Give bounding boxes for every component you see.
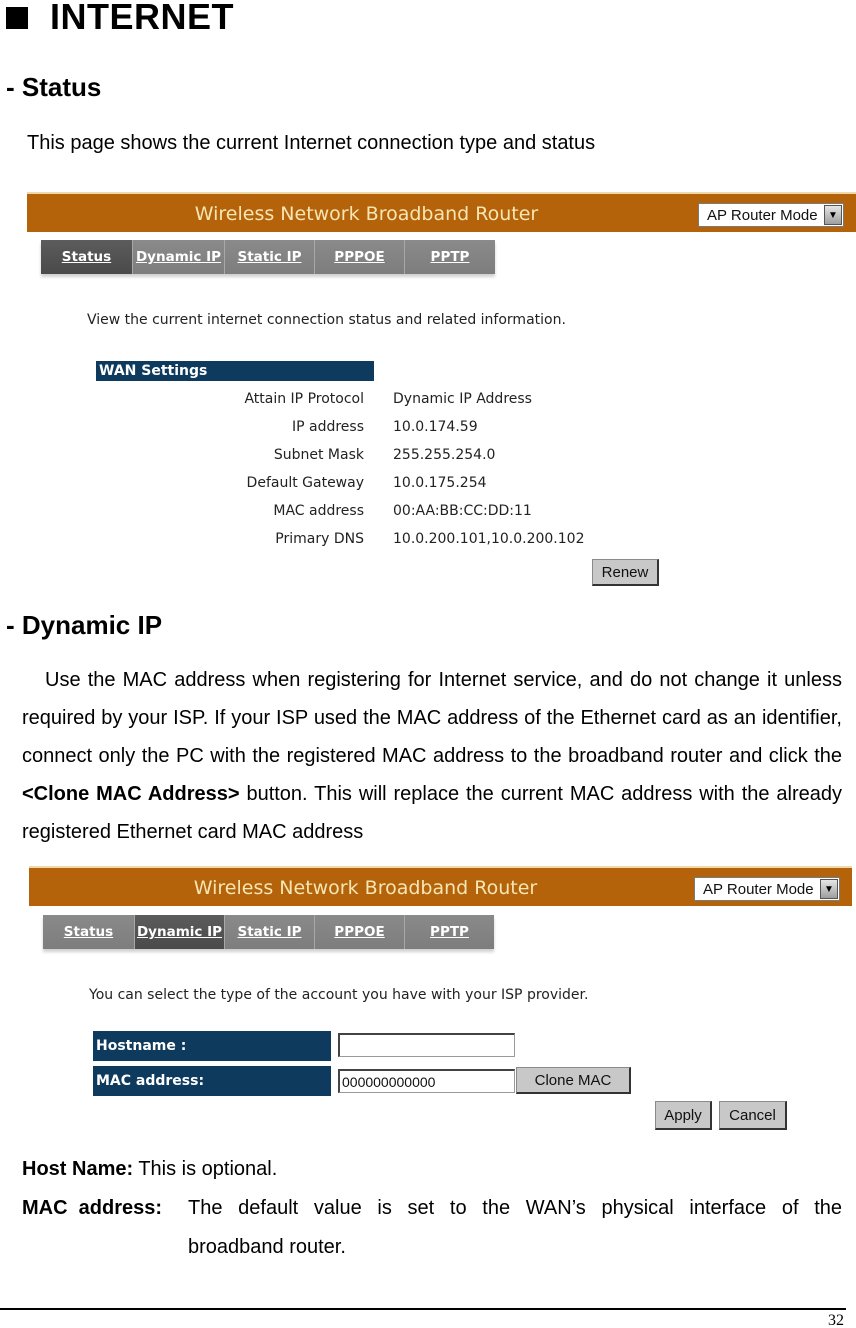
apply-button[interactable]: Apply (655, 1101, 712, 1130)
router-banner: Wireless Network Broadband Router AP Rou… (27, 192, 856, 232)
definition-term: MAC address: (22, 1197, 163, 1219)
wan-label: Default Gateway (246, 475, 364, 491)
wan-label: Primary DNS (275, 531, 364, 547)
tab-bar: Status Dynamic IP Static IP PPPOE PPTP (41, 240, 495, 274)
status-intro: This page shows the current Internet con… (27, 132, 596, 154)
tab-dynamic-ip[interactable]: Dynamic IP (135, 915, 225, 949)
wan-label: MAC address (273, 503, 364, 519)
mac-address-label: MAC address: (93, 1066, 331, 1096)
hostname-input[interactable] (338, 1033, 515, 1057)
cancel-button[interactable]: Cancel (719, 1101, 787, 1130)
wan-value: 10.0.175.254 (393, 475, 487, 491)
black-square-bullet-icon (6, 7, 28, 29)
chevron-down-icon[interactable]: ▼ (824, 205, 842, 225)
renew-button[interactable]: Renew (592, 559, 659, 586)
dynamic-ip-paragraph: Use the MAC address when registering for… (22, 661, 842, 851)
section-title: INTERNET (6, 0, 234, 38)
wan-value: 10.0.200.101,10.0.200.102 (393, 531, 585, 547)
status-heading: - Status (6, 72, 102, 102)
hostname-label: Hostname : (93, 1031, 331, 1061)
wan-value: 00:AA:BB:CC:DD:11 (393, 503, 532, 519)
clone-mac-button[interactable]: Clone MAC (516, 1067, 631, 1094)
tab-dynamic-ip[interactable]: Dynamic IP (133, 240, 225, 274)
mode-select-value: AP Router Mode (703, 880, 814, 898)
definition-host-name: Host Name: This is optional. (22, 1150, 277, 1188)
status-description: View the current internet connection sta… (87, 312, 566, 328)
mode-select-value: AP Router Mode (707, 206, 818, 224)
router-status-screenshot: Wireless Network Broadband Router AP Rou… (27, 192, 856, 592)
section-title-text: INTERNET (50, 0, 234, 37)
dynamic-ip-heading: - Dynamic IP (6, 610, 163, 640)
mode-select[interactable]: AP Router Mode ▼ (698, 203, 844, 227)
wan-row: Primary DNS 10.0.200.101,10.0.200.102 (27, 525, 627, 553)
definition-text: This is optional. (138, 1158, 278, 1180)
wan-value: 255.255.254.0 (393, 447, 496, 463)
router-banner: Wireless Network Broadband Router AP Rou… (29, 866, 852, 906)
wan-row: MAC address 00:AA:BB:CC:DD:11 (27, 497, 627, 525)
tab-status[interactable]: Status (43, 915, 135, 949)
definition-mac-address: MAC address: The default value is set to… (22, 1189, 842, 1227)
chevron-down-icon[interactable]: ▼ (820, 879, 838, 899)
wan-row: Attain IP Protocol Dynamic IP Address (27, 385, 627, 413)
wan-row: Default Gateway 10.0.175.254 (27, 469, 627, 497)
mode-select[interactable]: AP Router Mode ▼ (694, 877, 840, 901)
tab-pppoe[interactable]: PPPOE (315, 240, 405, 274)
clone-mac-reference: <Clone MAC Address> (22, 783, 240, 805)
page-number: 32 (828, 1312, 844, 1328)
dynamic-ip-description: You can select the type of the account y… (89, 987, 589, 1003)
definition-term: Host Name: (22, 1158, 134, 1180)
definition-continuation: broadband router. (188, 1236, 346, 1258)
definition-text: The default value is set to the WAN’s ph… (188, 1197, 842, 1219)
wan-label: IP address (291, 419, 364, 435)
wan-value: Dynamic IP Address (393, 391, 532, 407)
tab-static-ip[interactable]: Static IP (225, 915, 315, 949)
router-dynamic-ip-screenshot: Wireless Network Broadband Router AP Rou… (29, 866, 852, 1136)
wan-value: 10.0.174.59 (393, 419, 478, 435)
paragraph-text: Use the MAC address when registering for… (22, 669, 842, 767)
wan-row: IP address 10.0.174.59 (27, 413, 627, 441)
tab-status[interactable]: Status (41, 240, 133, 274)
tab-static-ip[interactable]: Static IP (225, 240, 315, 274)
wan-label: Attain IP Protocol (244, 391, 364, 407)
tab-bar: Status Dynamic IP Static IP PPPOE PPTP (43, 915, 494, 949)
tab-pptp[interactable]: PPTP (405, 240, 495, 274)
tab-pppoe[interactable]: PPPOE (315, 915, 405, 949)
wan-label: Subnet Mask (273, 447, 364, 463)
tab-pptp[interactable]: PPTP (405, 915, 494, 949)
wan-settings-header: WAN Settings (96, 361, 374, 381)
mac-address-input[interactable] (338, 1069, 515, 1093)
wan-row: Subnet Mask 255.255.254.0 (27, 441, 627, 469)
footer-divider (0, 1308, 846, 1310)
